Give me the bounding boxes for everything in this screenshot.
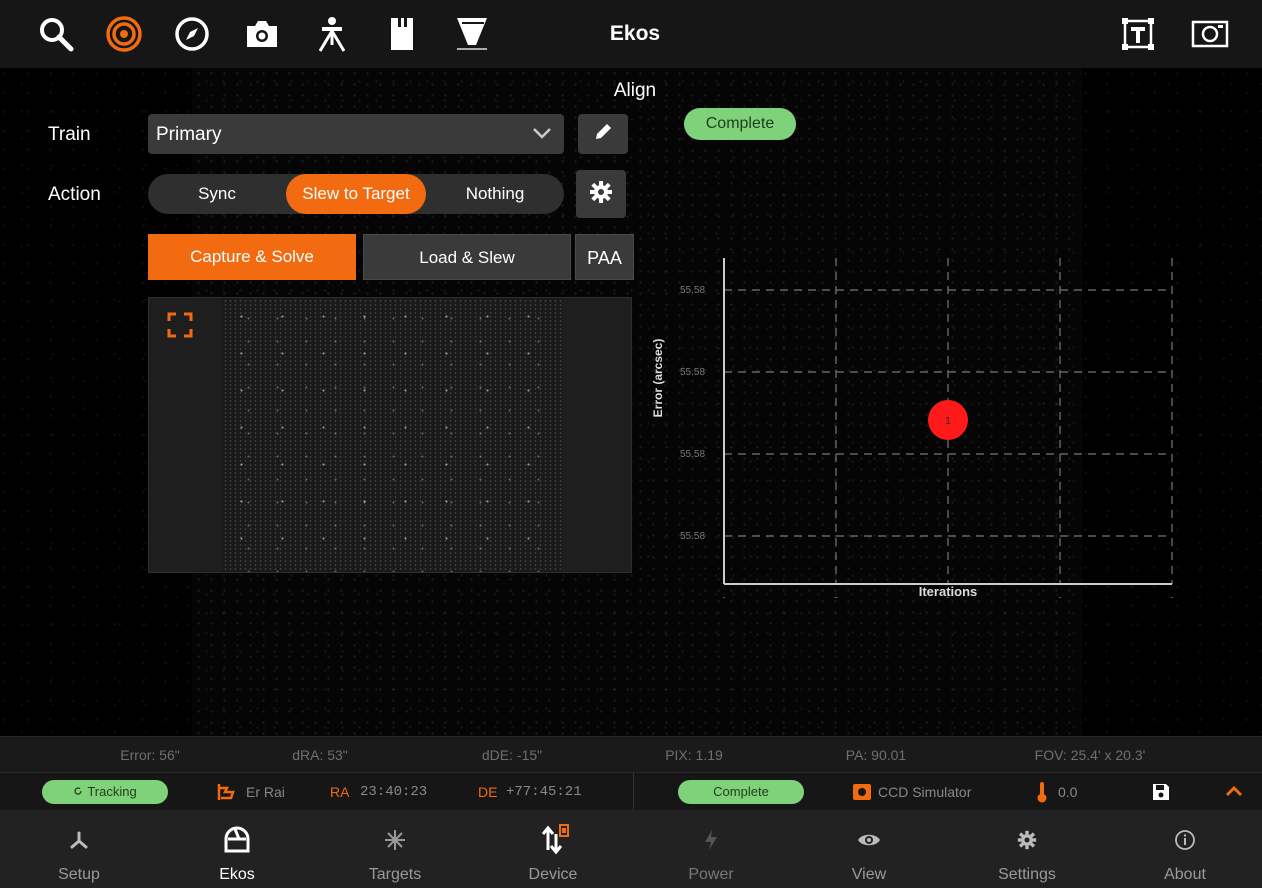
action-label: Action [48, 184, 101, 205]
action-selector: Sync Slew to Target Nothing [148, 174, 564, 214]
gear-icon [589, 180, 613, 209]
train-select[interactable]: Primary [148, 114, 564, 154]
filter-icon[interactable] [382, 14, 422, 54]
nav-label: About [1164, 866, 1206, 883]
ekos-dome-icon [221, 824, 253, 856]
error-value: Error: 56" [120, 747, 180, 763]
device-icon [537, 824, 569, 856]
about-icon [1169, 824, 1201, 856]
top-toolbar: Ekos [0, 0, 1262, 68]
nav-targets[interactable]: Targets [316, 810, 474, 888]
capture-solve-button[interactable]: Capture & Solve [148, 234, 356, 280]
nav-label: View [851, 866, 887, 883]
nav-view[interactable]: View [790, 810, 948, 888]
nav-settings[interactable]: Settings [948, 810, 1106, 888]
compass-icon[interactable] [172, 14, 212, 54]
x-tick-label: 1 [1169, 596, 1175, 598]
panel-title: Align [613, 80, 657, 101]
frame-icon[interactable] [1190, 14, 1230, 54]
error-chart: 55.58 55.58 55.58 55.58 1 2 1 1 1 Error (arcsec… [651, 258, 1175, 598]
align-panel: Align Train Primary Action Sync Slew to … [0, 68, 1262, 736]
edit-train-button[interactable] [578, 114, 628, 154]
targets-icon [379, 824, 411, 856]
status-badge: Complete [684, 108, 796, 140]
settings-icon [1011, 824, 1043, 856]
y-tick-label: 55.58 [680, 285, 705, 296]
camera-icon[interactable] [242, 14, 282, 54]
info-bar: Tracking Er Rai RA 23:40:23 DE +77:45:21… [0, 772, 1262, 811]
de-label: DE [478, 784, 498, 800]
load-slew-button[interactable]: Load & Slew [363, 234, 571, 280]
bottom-navigation: Setup Ekos Targets Device Power View Set… [0, 810, 1262, 888]
tracking-label: Tracking [87, 784, 137, 799]
camera-small-icon [852, 783, 872, 804]
image-preview[interactable] [148, 297, 632, 573]
text-overlay-icon[interactable] [1118, 14, 1158, 54]
nav-label: Setup [58, 866, 100, 883]
refresh-icon [73, 780, 83, 804]
pix-value: PIX: 1.19 [665, 747, 723, 763]
save-icon[interactable] [1152, 783, 1170, 804]
divider [633, 773, 634, 811]
train-label: Train [48, 124, 91, 145]
x-tick-label: 1 [721, 596, 727, 598]
action-slew-to-target[interactable]: Slew to Target [286, 174, 426, 214]
view-icon [853, 824, 885, 856]
de-value: +77:45:21 [506, 784, 582, 800]
target-name: Er Rai [246, 784, 285, 800]
search-icon[interactable] [36, 14, 76, 54]
dde-value: dDE: -15" [481, 747, 543, 763]
x-tick-label: 2 [833, 596, 839, 598]
y-tick-label: 55.58 [680, 367, 705, 378]
y-tick-label: 55.58 [680, 531, 705, 542]
dra-value: dRA: 53" [292, 747, 348, 763]
data-point-label: 1 [945, 416, 951, 427]
action-sync[interactable]: Sync [148, 174, 286, 214]
nav-setup[interactable]: Setup [0, 810, 158, 888]
scope-icon[interactable] [452, 14, 492, 54]
pa-value: PA: 90.01 [845, 747, 907, 763]
fov-value: FOV: 25.4' x 20.3' [1034, 747, 1146, 763]
nav-label: Settings [998, 866, 1056, 883]
app-title: Ekos [609, 22, 661, 45]
nav-power[interactable]: Power [632, 810, 790, 888]
nav-ekos[interactable]: Ekos [158, 810, 316, 888]
pencil-icon [593, 122, 613, 147]
power-icon [695, 824, 727, 856]
x-tick-label: 1 [1057, 596, 1063, 598]
align-status-badge: Complete [678, 780, 804, 804]
nav-label: Device [528, 866, 578, 883]
telescope-icon [216, 782, 236, 805]
nav-label: Power [688, 866, 734, 883]
nav-label: Targets [368, 866, 422, 883]
tripod-icon[interactable] [312, 14, 352, 54]
star-field-image [221, 298, 561, 572]
action-nothing[interactable]: Nothing [426, 174, 564, 214]
align-settings-button[interactable] [576, 170, 626, 218]
chevron-up-icon[interactable] [1224, 784, 1244, 801]
nav-label: Ekos [219, 866, 255, 883]
ra-value: 23:40:23 [360, 784, 428, 800]
thermometer-icon [1036, 781, 1048, 806]
y-axis-label: Error (arcsec) [651, 339, 665, 418]
chevron-down-icon [532, 126, 552, 145]
paa-button[interactable]: PAA [575, 234, 634, 280]
train-value: Primary [156, 124, 222, 145]
solution-status-row: Error: 56" dRA: 53" dDE: -15" PIX: 1.19 … [0, 736, 1262, 772]
y-tick-label: 55.58 [680, 449, 705, 460]
x-axis-label: Iterations [919, 584, 978, 598]
expand-icon[interactable] [165, 310, 195, 340]
target-icon[interactable] [104, 14, 144, 54]
setup-icon [63, 824, 95, 856]
tracking-badge[interactable]: Tracking [42, 780, 168, 804]
nav-device[interactable]: Device [474, 810, 632, 888]
ra-label: RA [330, 784, 350, 800]
temperature-value: 0.0 [1058, 784, 1078, 800]
camera-name: CCD Simulator [878, 784, 972, 800]
nav-about[interactable]: About [1106, 810, 1262, 888]
